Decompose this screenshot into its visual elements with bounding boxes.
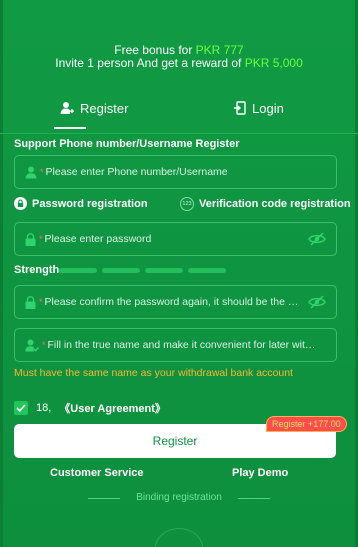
tab-register[interactable]: Register (60, 96, 128, 120)
login-door-icon (234, 101, 246, 115)
required-mark: * (39, 297, 43, 307)
invite-text: Invite 1 person And get a reward of (55, 56, 245, 70)
phone-placeholder: Please enter Phone number/Username (45, 166, 228, 178)
invite-amount: PKR 5,000 (244, 56, 303, 70)
lock-badge-icon (14, 197, 27, 210)
password-input[interactable]: * Please enter password (14, 222, 337, 256)
strength-bar-3 (145, 268, 183, 273)
strength-bar-2 (102, 268, 140, 273)
agreement-checkbox[interactable] (14, 401, 28, 415)
verification-code-option[interactable]: 123 Verification code registration (180, 197, 351, 211)
user-agreement-link[interactable]: 《User Agreement》 (59, 400, 166, 416)
age-text: 18, (36, 402, 52, 414)
tabs-divider (0, 133, 358, 134)
code-123-icon: 123 (180, 197, 194, 211)
password-placeholder: Please enter password (44, 233, 152, 245)
agreement-row: 18, 《User Agreement》 (14, 400, 166, 416)
bonus-banner: Free bonus for PKR 777 Invite 1 person A… (0, 44, 358, 70)
required-mark: * (39, 234, 43, 244)
bonus-line-2: Invite 1 person And get a reward of PKR … (0, 57, 358, 70)
play-demo-link[interactable]: Play Demo (232, 467, 288, 479)
tab-register-label: Register (80, 100, 129, 116)
real-name-placeholder: Fill in the true name and make it conven… (47, 339, 320, 351)
lock-icon (25, 232, 36, 246)
binding-registration-link[interactable]: Binding registration (88, 492, 270, 503)
checkmark-icon (16, 404, 26, 412)
user-check-icon (25, 339, 39, 352)
confirm-password-input[interactable]: * Please confirm the password again, it … (14, 285, 337, 319)
tab-login-label: Login (252, 100, 284, 116)
user-plus-icon (60, 102, 74, 114)
strength-bar-4 (188, 268, 226, 273)
user-icon (25, 166, 37, 178)
name-warning: Must have the same name as your withdraw… (14, 367, 293, 379)
bonus-amount: PKR 777 (195, 43, 244, 57)
auth-tabs: Register Login (0, 96, 358, 122)
eye-off-icon[interactable] (308, 295, 326, 309)
required-mark: * (42, 340, 46, 350)
active-tab-indicator (54, 127, 86, 129)
required-mark: * (40, 167, 44, 177)
lock-icon (25, 295, 36, 309)
customer-service-link[interactable]: Customer Service (50, 467, 144, 479)
bonus-text: Free bonus for (114, 43, 196, 57)
real-name-input[interactable]: * Fill in the true name and make it conv… (14, 328, 337, 362)
confirm-placeholder: Please confirm the password again, it sh… (44, 296, 300, 308)
password-registration-label: Password registration (32, 197, 148, 210)
support-label: Support Phone number/Username Register (14, 138, 240, 150)
strength-label: Strength (14, 264, 60, 276)
verification-code-label: Verification code registration (199, 198, 351, 210)
password-registration-option[interactable]: Password registration (14, 197, 148, 210)
strength-bar-1 (59, 268, 97, 273)
tab-login[interactable]: Login (234, 96, 284, 120)
eye-off-icon[interactable] (308, 232, 326, 246)
register-bonus-badge: Register +177.00 (267, 417, 346, 431)
phone-input[interactable]: * Please enter Phone number/Username (14, 155, 337, 189)
